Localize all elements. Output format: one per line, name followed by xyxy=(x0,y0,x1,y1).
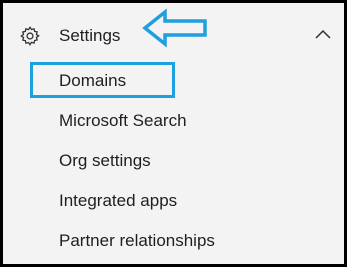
nav-item-domains[interactable]: Domains xyxy=(3,61,344,101)
nav-item-org-settings[interactable]: Org settings xyxy=(3,141,344,181)
gear-icon xyxy=(20,26,40,46)
nav-item-label: Domains xyxy=(59,71,127,90)
nav-item-label: Org settings xyxy=(59,151,151,170)
settings-nav-header[interactable]: Settings xyxy=(3,15,344,59)
nav-item-label: Partner relationships xyxy=(59,231,215,250)
nav-item-microsoft-search[interactable]: Microsoft Search xyxy=(3,101,344,141)
settings-label: Settings xyxy=(59,26,121,45)
nav-item-integrated-apps[interactable]: Integrated apps xyxy=(3,181,344,221)
settings-nav-panel: Settings Domains Microsoft Search Org se… xyxy=(0,0,347,267)
chevron-up-icon[interactable] xyxy=(314,27,332,41)
nav-item-label: Integrated apps xyxy=(59,191,178,210)
nav-item-label: Microsoft Search xyxy=(59,111,187,130)
settings-submenu: Domains Microsoft Search Org settings In… xyxy=(3,61,344,261)
nav-item-partner-relationships[interactable]: Partner relationships xyxy=(3,221,344,261)
